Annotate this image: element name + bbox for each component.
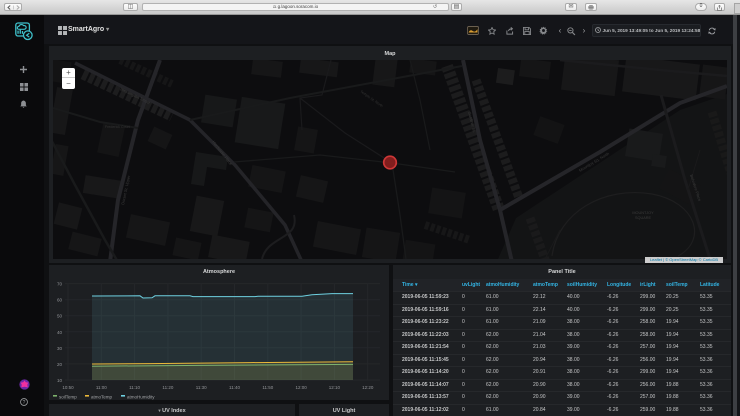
svg-text:40: 40 [57,330,63,335]
svg-text:11:00: 11:00 [96,385,107,390]
svg-text:60: 60 [57,298,63,303]
svg-text:10:50: 10:50 [62,385,74,390]
svg-text:11:40: 11:40 [229,385,240,390]
svg-text:atmoHumidity: atmoHumidity [127,395,155,400]
svg-text:20: 20 [57,362,63,367]
svg-text:soilTemp: soilTemp [59,395,77,400]
svg-text:30: 30 [57,346,63,351]
svg-text:11:20: 11:20 [162,385,173,390]
svg-text:?: ? [22,400,25,406]
svg-text:12:10: 12:10 [329,385,341,390]
svg-text:11:50: 11:50 [262,385,273,390]
svg-text:MOUNTJOY: MOUNTJOY [632,211,654,215]
svg-text:11:30: 11:30 [196,385,207,390]
svg-text:Frederick Court: Frederick Court [105,125,130,129]
svg-text:70: 70 [57,282,63,287]
svg-text:12:00: 12:00 [295,385,307,390]
svg-text:10: 10 [57,378,63,383]
svg-text:atmoTemp: atmoTemp [91,395,113,400]
svg-text:SQUARE: SQUARE [635,216,652,220]
svg-text:50: 50 [57,314,63,319]
svg-text:11:10: 11:10 [129,385,140,390]
svg-text:12:20: 12:20 [362,385,374,390]
